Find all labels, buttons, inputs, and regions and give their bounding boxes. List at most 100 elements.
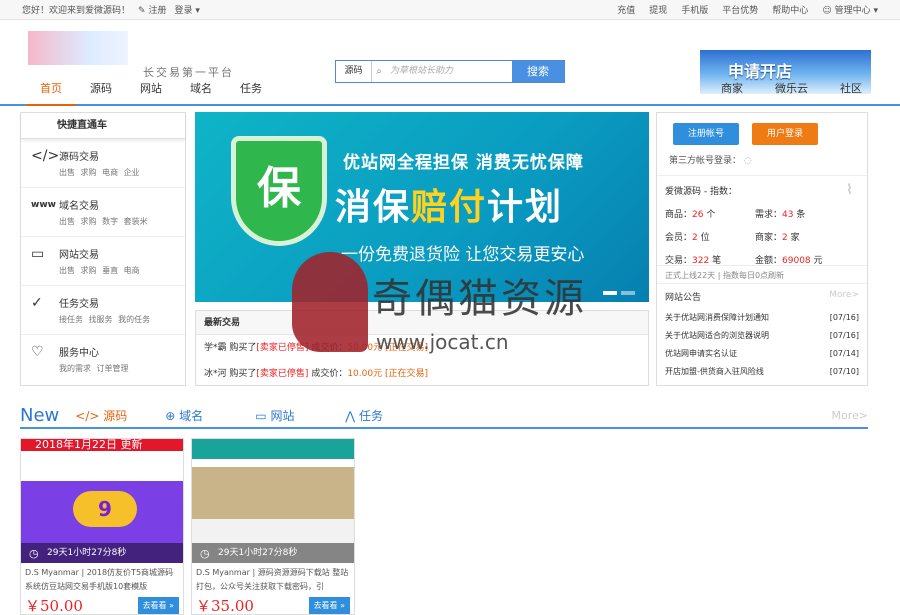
nav-cloud[interactable]: 微乐云 (775, 80, 808, 96)
top-link-recharge[interactable]: 充值 (617, 3, 635, 16)
latest-trades-title: 最新交易 (196, 311, 648, 335)
monitor-icon: ▭ (255, 408, 267, 423)
carousel-dot[interactable] (603, 291, 617, 295)
site-logo[interactable] (28, 31, 128, 65)
nav-website[interactable]: 网站 (126, 80, 176, 104)
product-price: ￥50.00 (25, 597, 83, 615)
third-party-login: 第三方帐号登录： ◌ (669, 156, 752, 166)
tab-website[interactable]: ▭ 网站 (255, 407, 345, 424)
trade-row: 冰*河 购买了[卖家已停售] 成交价：10.00元 [正在交易] (204, 369, 428, 379)
category-service[interactable]: ♡ 服务中心 我的需求 订单管理 (21, 335, 185, 384)
site-stats: 爱微源码 - 指数： ⌇ 商品：26 个 需求：43 条 会员：2 位 商家：2… (657, 175, 867, 266)
account-panel: 注册帐号 用户登录 第三方帐号登录： ◌ 爱微源码 - 指数： ⌇ 商品：26 … (656, 112, 868, 386)
anniversary-badge: 9 (73, 491, 137, 527)
code-icon: </> (31, 148, 60, 164)
category-sub: 接任务 找服务 我的任务 (59, 315, 151, 324)
tab-domain[interactable]: ⊕ 域名 (165, 407, 255, 424)
main-nav: 首页 源码 网站 域名 任务 商家 微乐云 社区 (0, 76, 900, 106)
top-bar: 您好！欢迎来到爱微源码！ ✎ 注册 登录 ▾ 充值 提现 手机版 平台优势 帮助… (0, 0, 900, 20)
category-name: 服务中心 (59, 348, 99, 359)
category-source[interactable]: </> 源码交易出售 求购 电商 企业 (21, 139, 185, 188)
hero-banner[interactable]: 保 优站网全程担保 消费无忧保障 消保赔付计划 一份免费退货险 让您交易更安心 (195, 112, 649, 302)
monitor-icon: ▭ (31, 246, 45, 262)
category-name: 域名交易 (59, 201, 99, 212)
product-price: ￥35.00 (196, 597, 254, 615)
notice-more-link[interactable]: More> (829, 290, 859, 303)
countdown-timer: 29天1小时27分8秒 (21, 543, 183, 563)
category-task[interactable]: ✓ 任务交易接任务 找服务 我的任务 (21, 286, 185, 335)
code-icon: </> (75, 408, 100, 423)
stats-note: 正式上线22天 | 指数每日0点刷新 (657, 265, 867, 285)
chevron-down-icon: ▾ (195, 6, 200, 16)
countdown-timer: 29天1小时27分8秒 (192, 543, 354, 563)
product-card[interactable]: 2018年1月22日 更新 9 29天1小时27分8秒 ◷ D.S Myanma… (20, 438, 184, 615)
calendar-check-icon: ✓ (31, 295, 43, 311)
notice-title: 网站公告 (665, 293, 702, 303)
tab-source[interactable]: </> 源码 (75, 407, 165, 424)
category-website[interactable]: ▭ 网站交易 出售 求购 垂直 电商 (21, 237, 185, 286)
top-link-advantage[interactable]: 平台优势 (722, 3, 758, 16)
latest-trades: 最新交易 学*霸 购买了[卖家已停售] 成交价：50.00元 [正在交易] 冰*… (195, 310, 649, 386)
notice-list: 网站公告 More> 关于优站网消费保障计划通知 [07/16] 关于优站网适合的浏… (657, 283, 867, 381)
product-thumbnail[interactable]: 2018年1月22日 更新 9 29天1小时27分8秒 ◷ (21, 439, 183, 563)
category-domain[interactable]: www 域名交易 出售 求购 数字 套装米 (21, 188, 185, 237)
new-more-link[interactable]: More> (832, 409, 869, 422)
view-button[interactable]: 去看看 » (137, 597, 179, 614)
nav-task[interactable]: 任务 (226, 80, 276, 104)
www-icon: www (31, 200, 56, 210)
top-link-help[interactable]: 帮助中心 (772, 3, 808, 16)
clock-icon: ◷ (29, 547, 39, 560)
chevron-down-icon: ▾ (873, 6, 878, 16)
product-title[interactable]: D.S Myanmar | 2018仿友价T5商城源码 系统仿豆站网交易手机版1… (21, 563, 183, 594)
category-name: 源码交易 (59, 152, 99, 163)
view-button[interactable]: 去看看 » (308, 597, 350, 614)
top-link-withdraw[interactable]: 提现 (649, 3, 667, 16)
nav-source[interactable]: 源码 (76, 80, 126, 104)
stat-goods: 商品：26 个 (665, 210, 716, 220)
site-header: 长交易第一平台 源码 ⌕ 为草根站长助力 搜索 申请开店 (0, 20, 900, 94)
login-link[interactable]: 登录 ▾ (174, 3, 199, 16)
greeting: 您好！欢迎来到爱微源码！ (22, 6, 131, 16)
category-sub: 出售 求购 电商 企业 (59, 168, 140, 177)
stat-demand: 需求：43 条 (755, 210, 806, 220)
quick-access-panel: 快捷直通车 </> 源码交易 出售 求购 电商 企业 www 域名交易 出售 求购 … (20, 112, 186, 386)
product-title[interactable]: D.S Myanmar | 源码资源源码下载站 整站打包，公众号关注获取下载密码… (192, 563, 354, 594)
notice-item[interactable]: 优站网申请实名认证 [07/14] (657, 345, 867, 363)
product-thumbnail[interactable]: 29天1小时27分8秒 ◷ (192, 439, 354, 563)
edit-icon: ✎ (138, 6, 146, 16)
shield-icon: 保 (231, 136, 327, 246)
carousel-dots (603, 291, 635, 295)
stat-merchants: 商家：2 家 (755, 233, 800, 243)
notice-item[interactable]: 关于优站网消费保障计划通知 [07/16] (657, 309, 867, 327)
carousel-dot[interactable] (621, 291, 635, 295)
top-link-admin[interactable]: ☺ 管理中心 ▾ (822, 3, 878, 16)
top-link-mobile[interactable]: 手机版 (681, 3, 708, 16)
nav-home[interactable]: 首页 (26, 80, 76, 106)
category-sub: 我的需求 订单管理 (59, 364, 129, 373)
nav-domain[interactable]: 域名 (176, 80, 226, 104)
nav-community[interactable]: 社区 (840, 80, 862, 96)
clock-icon: ◷ (200, 547, 210, 560)
register-button[interactable]: 注册帐号 (673, 123, 739, 145)
notice-item[interactable]: 关于优站网适合的浏览器说明 [07/16] (657, 327, 867, 345)
thumbnail-banner: 2018年1月22日 更新 (35, 438, 143, 451)
category-name: 网站交易 (59, 250, 99, 261)
stat-members: 会员：2 位 (665, 233, 710, 243)
notice-item[interactable]: 开店加盟-供货商入驻风险线 [07/10] (657, 363, 867, 381)
globe-icon: ⊕ (165, 408, 176, 423)
register-link[interactable]: ✎ 注册 (138, 3, 166, 16)
login-button[interactable]: 用户登录 (752, 123, 818, 145)
new-section-tabs: New </> 源码 ⊕ 域名 ▭ 网站 ⋀ 任务 More> (20, 403, 868, 429)
category-name: 任务交易 (59, 299, 99, 310)
new-label: New (20, 404, 60, 426)
hero-line3: 一份免费退货险 让您交易更安心 (341, 245, 585, 265)
person-icon: ☺ (822, 6, 832, 16)
qq-icon[interactable]: ◌ (744, 156, 752, 166)
trade-row: 学*霸 购买了[卖家已停售] 成交价：50.00元 [正在交易] (204, 343, 428, 353)
nav-merchant[interactable]: 商家 (721, 80, 743, 96)
product-card[interactable]: 29天1小时27分8秒 ◷ D.S Myanmar | 源码资源源码下载站 整站… (191, 438, 355, 615)
hero-line2: 消保赔付计划 (335, 187, 564, 228)
tab-task[interactable]: ⋀ 任务 (345, 407, 435, 424)
task-icon: ⋀ (345, 408, 356, 423)
quick-access-title: 快捷直通车 (21, 113, 185, 139)
